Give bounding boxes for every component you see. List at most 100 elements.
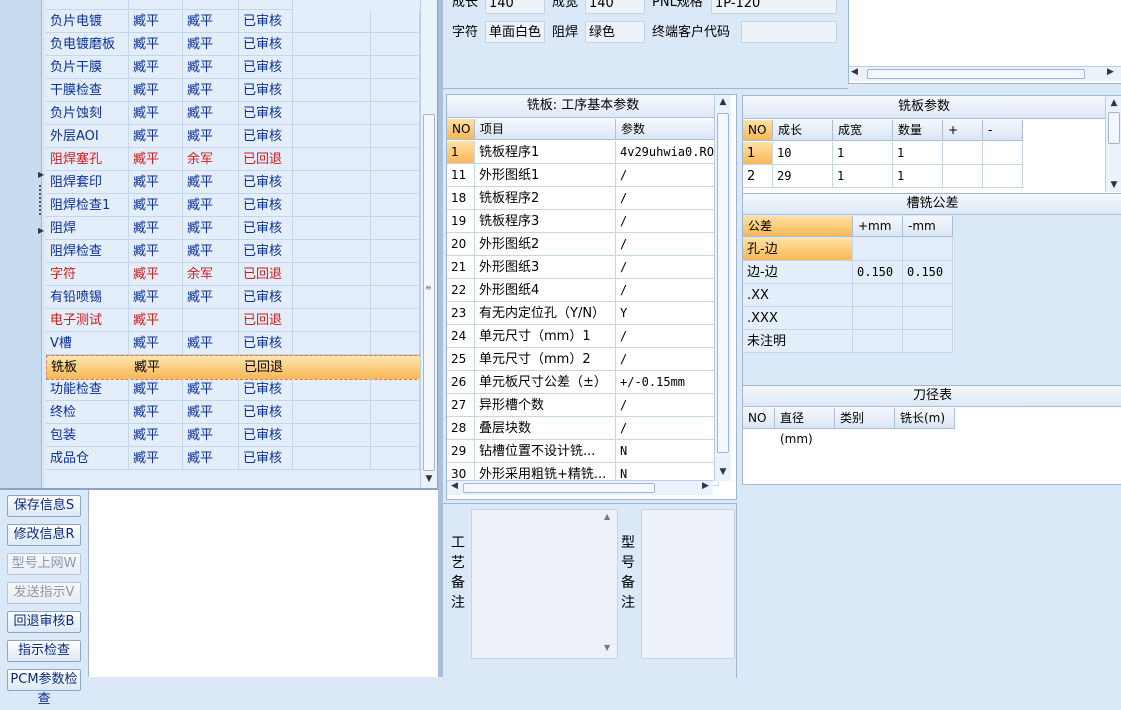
scroll-down-arrow-icon[interactable]: ▼ — [604, 643, 610, 652]
process-notes-textarea[interactable] — [471, 509, 618, 659]
tool-col-header[interactable]: 直径(mm) — [775, 408, 835, 446]
table-row[interactable]: 包装 臧平 臧平 已审核 — [46, 424, 420, 447]
customer-code-field[interactable] — [741, 21, 837, 43]
mill-row[interactable]: 1 10 1 1 — [743, 142, 1023, 165]
param-row[interactable]: 19 铣板程序3/ — [447, 210, 719, 233]
tolerance-title: 槽铣公差 — [743, 194, 1121, 215]
param-row[interactable]: 1 铣板程序1 4v29uhwia0.ROU — [447, 141, 719, 164]
table-row[interactable]: 阻焊 臧平 臧平 已审核 — [46, 217, 420, 240]
param-row[interactable]: 24 单元尺寸（mm）1/ — [447, 325, 719, 348]
params-hscroll-thumb[interactable] — [463, 483, 655, 493]
table-row[interactable]: 有铅喷锡 臧平 臧平 已审核 — [46, 286, 420, 309]
table-row[interactable]: 干膜检查 臧平 臧平 已审核 — [46, 79, 420, 102]
button-2[interactable]: 修改信息R — [7, 524, 81, 546]
col-header-no[interactable]: NO — [447, 119, 475, 140]
table-row[interactable]: 阻焊检查1 臧平 臧平 已审核 — [46, 194, 420, 217]
mill-col-header[interactable]: 成长(mm) — [773, 120, 833, 158]
scroll-down-arrow-icon[interactable]: ▼ — [715, 465, 731, 479]
button-1[interactable]: 保存信息S — [7, 495, 81, 517]
button-6[interactable]: 指示检查 — [7, 640, 81, 662]
tolerance-col-header[interactable]: 公差 — [743, 216, 853, 237]
tolerance-row[interactable]: .XX — [743, 284, 953, 307]
param-row[interactable]: 20 外形图纸2/ — [447, 233, 719, 256]
tolerance-row[interactable]: 未注明 — [743, 330, 953, 353]
param-row[interactable]: 26 单元板尺寸公差（±） +/-0.15mm — [447, 371, 719, 394]
params-vscroll-thumb[interactable] — [717, 113, 729, 453]
scroll-right-arrow-icon[interactable]: ▶ — [702, 481, 709, 491]
tool-col-header[interactable]: 类别 — [835, 408, 895, 429]
mill-col-header[interactable]: 成宽(mm) — [833, 120, 893, 158]
model-notes-textarea[interactable] — [641, 509, 735, 659]
table-row[interactable]: 功能检查 臧平 臧平 已审核 — [46, 378, 420, 401]
table-row[interactable]: 负电镀磨板 臧平 臧平 已审核 — [46, 33, 420, 56]
param-row[interactable]: 21 外形图纸3/ — [447, 256, 719, 279]
param-row[interactable]: 18 铣板程序2/ — [447, 187, 719, 210]
hscroll-thumb[interactable] — [867, 69, 1085, 79]
table-row[interactable]: 负片蚀刻 臧平 臧平 已审核 — [46, 102, 420, 125]
length-field[interactable]: 140 — [485, 0, 545, 14]
table-row[interactable]: 阻焊检查 臧平 臧平 已审核 — [46, 240, 420, 263]
col-header-item[interactable]: 项目 — [475, 119, 616, 140]
table-row[interactable]: 电子测试 臧平 已回退 — [46, 309, 420, 332]
param-row[interactable]: 29 钻槽位置不设计铣... N — [447, 440, 719, 463]
table-row[interactable]: 字符 臧平 余军 已回退 — [46, 263, 420, 286]
table-row[interactable]: 终检 臧平 臧平 已审核 — [46, 401, 420, 424]
table-row[interactable]: V槽 臧平 臧平 已审核 — [46, 332, 420, 355]
table-row[interactable]: 外层AOI 臧平 臧平 已审核 — [46, 125, 420, 148]
table-row[interactable]: 阻焊套印 臧平 臧平 已审核 — [46, 171, 420, 194]
tolerance-col-header[interactable]: -mm — [903, 216, 953, 237]
table-row[interactable]: 成品仓 臧平 臧平 已审核 — [46, 447, 420, 470]
scroll-up-arrow-icon[interactable]: ▲ — [1106, 96, 1121, 110]
pnl-field[interactable]: 1P-120 — [711, 0, 837, 14]
param-row[interactable]: 27 异形槽个数 / — [447, 394, 719, 417]
table-cell: 臧平 — [183, 401, 239, 424]
mill-params-vscrollbar[interactable]: ▲ ▼ — [1105, 96, 1121, 192]
param-row[interactable]: 23 有无内定位孔（Y/N） Y — [447, 302, 719, 325]
width-field[interactable]: 140 — [585, 0, 645, 14]
mask-field[interactable]: 绿色 — [585, 21, 645, 43]
char-field[interactable]: 单面白色 — [485, 21, 545, 43]
param-row[interactable]: 11 外形图纸1/ — [447, 164, 719, 187]
process-list-scrollbar[interactable]: ≡ ▼ — [420, 0, 437, 488]
param-row[interactable]: 28 叠层块数 / — [447, 417, 719, 440]
mill-col-header[interactable]: - — [983, 120, 1023, 141]
collapse-arrow-top-icon[interactable]: ▶ — [38, 170, 44, 179]
button-7[interactable]: PCM参数检查 — [7, 669, 81, 707]
table-row[interactable]: 负片电镀 臧平 臧平 已审核 — [46, 10, 420, 33]
tool-col-header[interactable]: NO — [743, 408, 775, 429]
scroll-up-arrow-icon[interactable]: ▲ — [604, 512, 610, 521]
scroll-right-arrow-icon[interactable]: ▶ — [1107, 67, 1114, 77]
tolerance-row[interactable]: 孔-边 — [743, 238, 953, 261]
mill-col-header[interactable]: 数量 — [893, 120, 943, 141]
mill-row[interactable]: 2 29 1 1 — [743, 165, 1023, 188]
scrollbar-thumb[interactable] — [423, 114, 435, 471]
tolerance-name: .XX — [743, 284, 853, 307]
button-4[interactable]: 发送指示V — [7, 582, 81, 604]
tolerance-col-header[interactable]: +mm — [853, 216, 903, 237]
scroll-left-arrow-icon[interactable]: ◀ — [851, 67, 858, 77]
tolerance-row[interactable]: 边-边 0.150 0.150 — [743, 261, 953, 284]
mill-col-header[interactable]: NO — [743, 120, 773, 141]
table-row[interactable]: 负片干膜 臧平 臧平 已审核 — [46, 56, 420, 79]
scroll-down-arrow-icon[interactable]: ▼ — [1106, 178, 1121, 192]
params-vscrollbar[interactable]: ▲ ▼ — [714, 95, 731, 481]
top-right-hscrollbar[interactable]: ◀ ▶ — [849, 66, 1121, 81]
scroll-up-arrow-icon[interactable]: ▲ — [715, 95, 731, 109]
param-row[interactable]: 25 单元尺寸（mm）2/ — [447, 348, 719, 371]
mill-col-header[interactable]: + — [943, 120, 983, 141]
scroll-left-arrow-icon[interactable]: ◀ — [451, 481, 458, 491]
scroll-down-arrow-icon[interactable]: ▼ — [421, 472, 437, 486]
button-3[interactable]: 型号上网W — [7, 553, 81, 575]
col-header-param[interactable]: 参数 — [616, 119, 719, 140]
mill-vscroll-thumb[interactable] — [1108, 112, 1120, 144]
param-row[interactable]: 22 外形图纸4/ — [447, 279, 719, 302]
tool-col-header[interactable]: 铣长(m) — [895, 408, 955, 429]
table-row[interactable]: 阻焊塞孔 臧平 余军 已回退 — [46, 148, 420, 171]
length-label: 成长 — [452, 0, 479, 10]
splitter-grip[interactable] — [39, 185, 44, 215]
params-hscrollbar[interactable]: ◀ ▶ — [447, 480, 713, 495]
collapse-arrow-bottom-icon[interactable]: ▶ — [38, 226, 44, 235]
table-row[interactable]: 铣板 臧平 已回退 — [46, 355, 420, 380]
tolerance-row[interactable]: .XXX — [743, 307, 953, 330]
button-5[interactable]: 回退审核B — [7, 611, 81, 633]
